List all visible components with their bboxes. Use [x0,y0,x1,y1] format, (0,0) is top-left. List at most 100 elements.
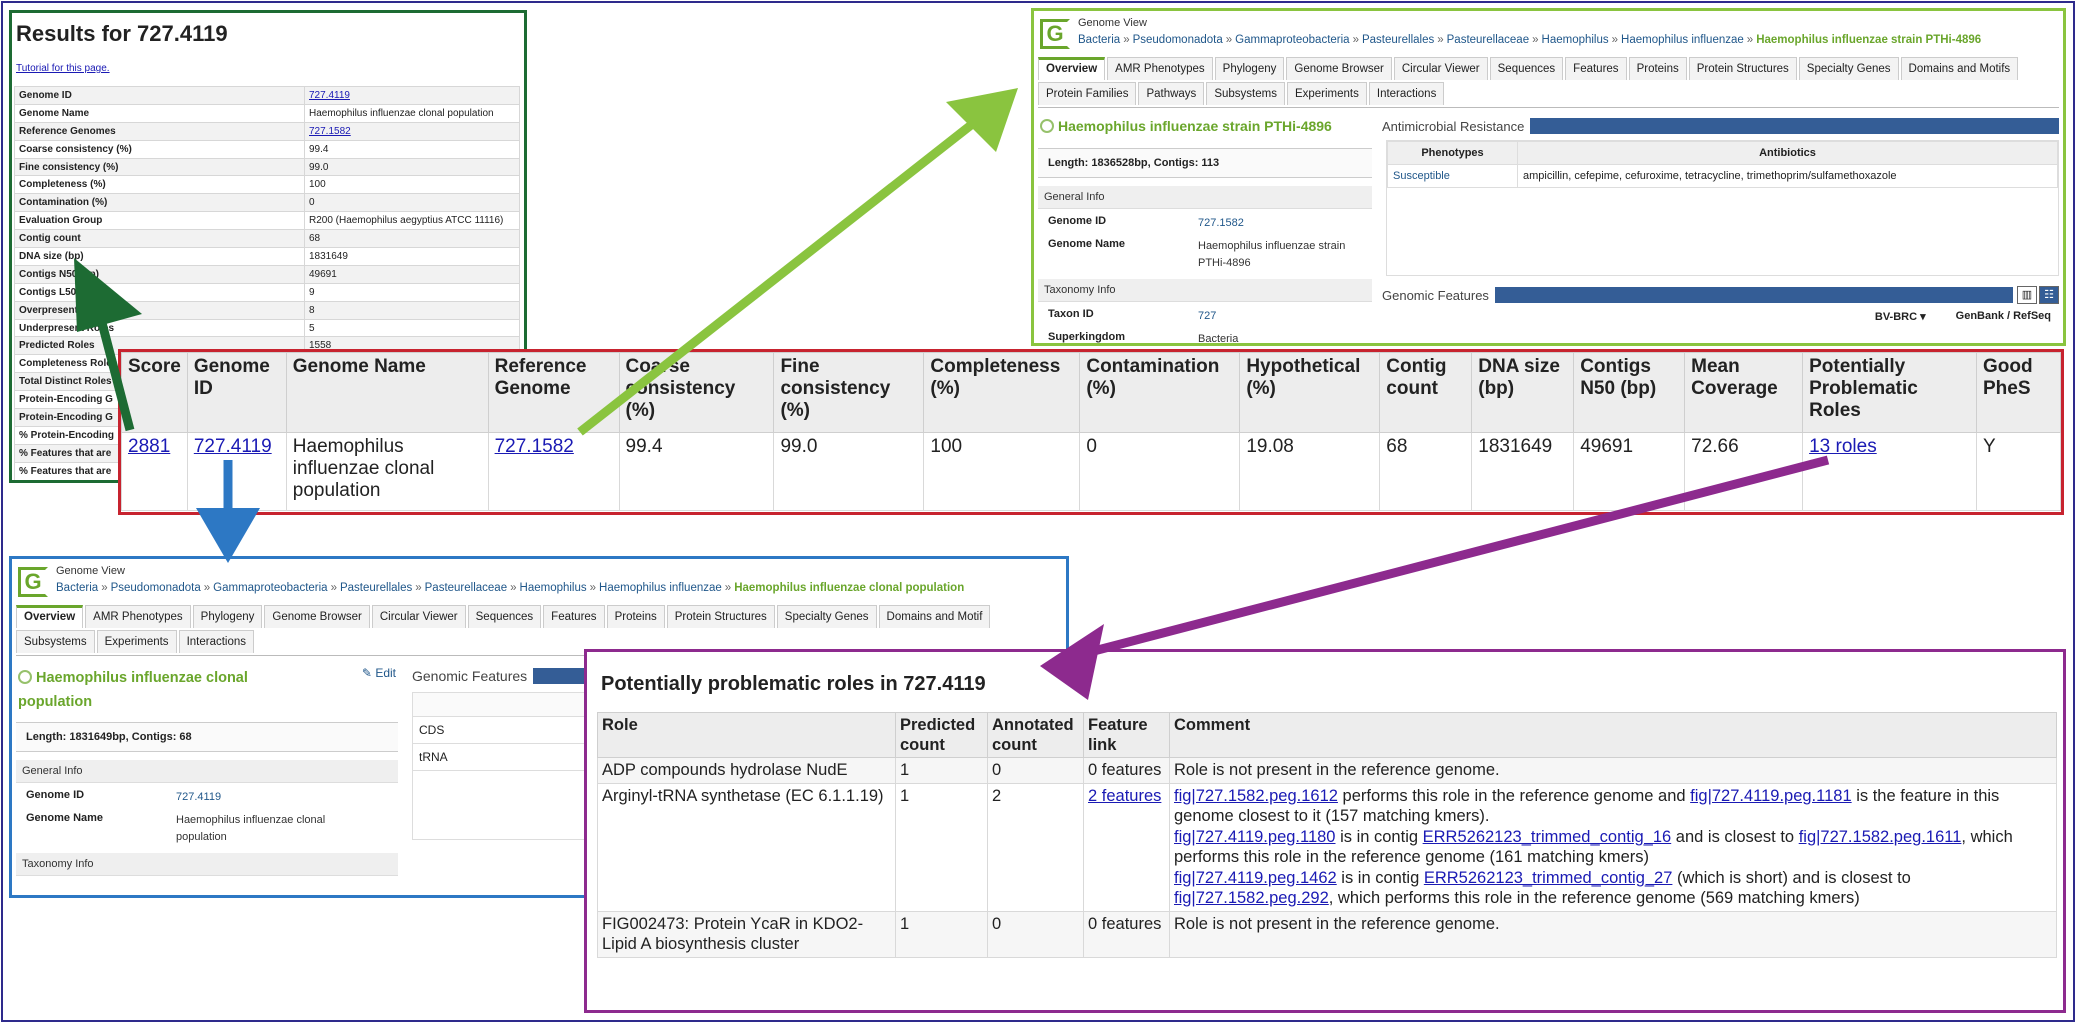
tab-domains-and-motif[interactable]: Domains and Motif [878,605,991,628]
score-link[interactable]: 2881 [128,436,170,457]
bvbrc-logo-icon: G [18,567,48,597]
breadcrumb-item[interactable]: Haemophilus [520,582,587,594]
breadcrumb-item[interactable]: Pseudomonadota [1133,34,1223,46]
tab-overview[interactable]: Overview [1038,57,1106,80]
breadcrumb-separator: » [1123,34,1130,46]
tab-proteins[interactable]: Proteins [1628,57,1687,80]
breadcrumb-item[interactable]: Pasteurellaceae [1447,34,1529,46]
tab-genome-browser[interactable]: Genome Browser [264,605,370,628]
tab-pathways[interactable]: Pathways [1138,82,1205,105]
breadcrumb-item[interactable]: Haemophilus [1542,34,1609,46]
breadcrumb-item[interactable]: Pasteurellales [340,582,412,594]
genome-id-link[interactable]: 727.4119 [194,436,272,457]
tab-row-2: Protein Families Pathways Subsystems Experi… [1034,82,2063,107]
tab-interactions[interactable]: Interactions [178,630,255,653]
row-label: Genome Name [14,103,305,123]
general-info-header: General Info [16,760,398,783]
column-header: Completeness (%) [923,352,1081,433]
row-value-link[interactable]: 727.4119 [309,90,350,101]
comment-link[interactable]: fig|727.1582.peg.1612 [1174,787,1338,805]
genome-title: Haemophilus influenzae clonal population [18,670,248,710]
breadcrumb-item[interactable]: Pasteurellaceae [425,582,507,594]
breadcrumb-separator: » [1746,34,1754,46]
comment-link[interactable]: ERR5262123_trimmed_contig_16 [1423,828,1672,846]
comment-link[interactable]: fig|727.1582.peg.1611 [1799,828,1962,846]
row-label: Overpresent Roles [14,300,305,320]
row-value-link[interactable]: 727.1582 [309,126,351,137]
taxon-id-value[interactable]: 727 [1198,308,1216,325]
comment-link[interactable]: fig|727.1582.peg.292 [1174,889,1329,907]
tab-interactions[interactable]: Interactions [1368,82,1445,105]
tab-proteins[interactable]: Proteins [606,605,665,628]
reference-genome-link[interactable]: 727.1582 [495,436,574,457]
breadcrumb-item[interactable]: Pseudomonadota [111,582,201,594]
column-header: DNA size (bp) [1471,352,1575,433]
feature-link[interactable]: 2 features [1088,787,1161,805]
tab-overview[interactable]: Overview [16,605,84,628]
breadcrumb-item[interactable]: Pasteurellales [1362,34,1434,46]
row-label: Completeness (%) [14,175,305,195]
genome-name-label: Genome Name [26,812,104,824]
problematic-roles-link[interactable]: 13 roles [1809,436,1877,457]
tab-sequences[interactable]: Sequences [467,605,542,628]
row-label: DNA size (bp) [14,247,305,266]
amr-phenotype-link[interactable]: Susceptible [1387,164,1518,188]
tab-genome-browser[interactable]: Genome Browser [1286,57,1392,80]
tab-experiments[interactable]: Experiments [1286,82,1367,105]
genomic-features-title: Genomic Features [1382,287,1489,303]
bvbrc-column-select[interactable]: BV-BRC ▾ [1875,310,1926,323]
roles-table: Role Predicted count Annotated count Featur… [597,712,2057,958]
comment-link[interactable]: fig|727.4119.peg.1181 [1690,787,1852,805]
genome-id-value[interactable]: 727.4119 [176,789,221,806]
tab-specialty-genes[interactable]: Specialty Genes [1798,57,1899,80]
tab-domains-and-motifs[interactable]: Domains and Motifs [1900,57,2019,80]
chevron-down-icon: ▾ [1920,311,1926,323]
tab-row-1: Overview AMR Phenotypes Phylogeny Genome Br… [12,605,1066,630]
comment-text: and is closest to [1671,827,1799,846]
column-header: Contigs N50 (bp) [1573,352,1686,433]
tab-circular-viewer[interactable]: Circular Viewer [371,605,466,628]
tab-protein-structures[interactable]: Protein Structures [1688,57,1797,80]
tutorial-link[interactable]: Tutorial for this page. [16,63,524,74]
table-row: Underpresent Roles 5 [14,318,520,338]
table-row: Coarse consistency (%) 99.4 [14,139,520,159]
tab-amr-phenotypes[interactable]: AMR Phenotypes [1107,57,1213,80]
breadcrumb-separator: » [203,582,211,594]
comment-link[interactable]: fig|727.4119.peg.1180 [1174,828,1336,846]
breadcrumb-separator: » [724,582,732,594]
tab-phylogeny[interactable]: Phylogeny [192,605,263,628]
chart-view-icon[interactable]: ▥ [2017,286,2037,304]
breadcrumb-separator: » [1225,34,1233,46]
breadcrumb-item[interactable]: Haemophilus influenzae [599,582,722,594]
edit-button[interactable]: ✎ Edit [362,666,396,714]
breadcrumb-item[interactable]: Gammaproteobacteria [1235,34,1349,46]
tab-specialty-genes[interactable]: Specialty Genes [776,605,877,628]
genome-id-value[interactable]: 727.1582 [1198,215,1244,232]
roles-title: Potentially problematic roles in 727.411… [601,673,986,695]
tab-subsystems[interactable]: Subsystems [1206,82,1285,105]
table-view-icon[interactable]: ☷ [2039,286,2059,304]
tab-sequences[interactable]: Sequences [1489,57,1564,80]
breadcrumb-item[interactable]: Gammaproteobacteria [213,582,327,594]
tab-features[interactable]: Features [1565,57,1627,80]
good-phes-cell: Y [1975,432,2061,511]
row-value: 0 [304,193,520,213]
tab-experiments[interactable]: Experiments [96,630,177,653]
genome-name-value: Haemophilus influenzae strain PTHi-4896 [1198,240,1346,269]
tab-circular-viewer[interactable]: Circular Viewer [1393,57,1488,80]
row-value: Haemophilus influenzae clonal population [304,103,520,123]
tab-protein-structures[interactable]: Protein Structures [666,605,775,628]
tab-subsystems[interactable]: Subsystems [16,630,95,653]
breadcrumb-item[interactable]: Bacteria [56,582,98,594]
tab-features[interactable]: Features [543,605,605,628]
column-header: Hypothetical (%) [1239,352,1381,433]
row-value: R200 (Haemophilus aegyptius ATCC 11116) [304,211,520,231]
tab-protein-families[interactable]: Protein Families [1038,82,1137,105]
breadcrumb-item[interactable]: Bacteria [1078,34,1120,46]
breadcrumb-separator: » [589,582,597,594]
comment-link[interactable]: ERR5262123_trimmed_contig_27 [1424,869,1673,887]
comment-link[interactable]: fig|727.4119.peg.1462 [1174,869,1337,887]
breadcrumb-item[interactable]: Haemophilus influenzae [1621,34,1744,46]
tab-phylogeny[interactable]: Phylogeny [1214,57,1285,80]
tab-amr-phenotypes[interactable]: AMR Phenotypes [85,605,191,628]
